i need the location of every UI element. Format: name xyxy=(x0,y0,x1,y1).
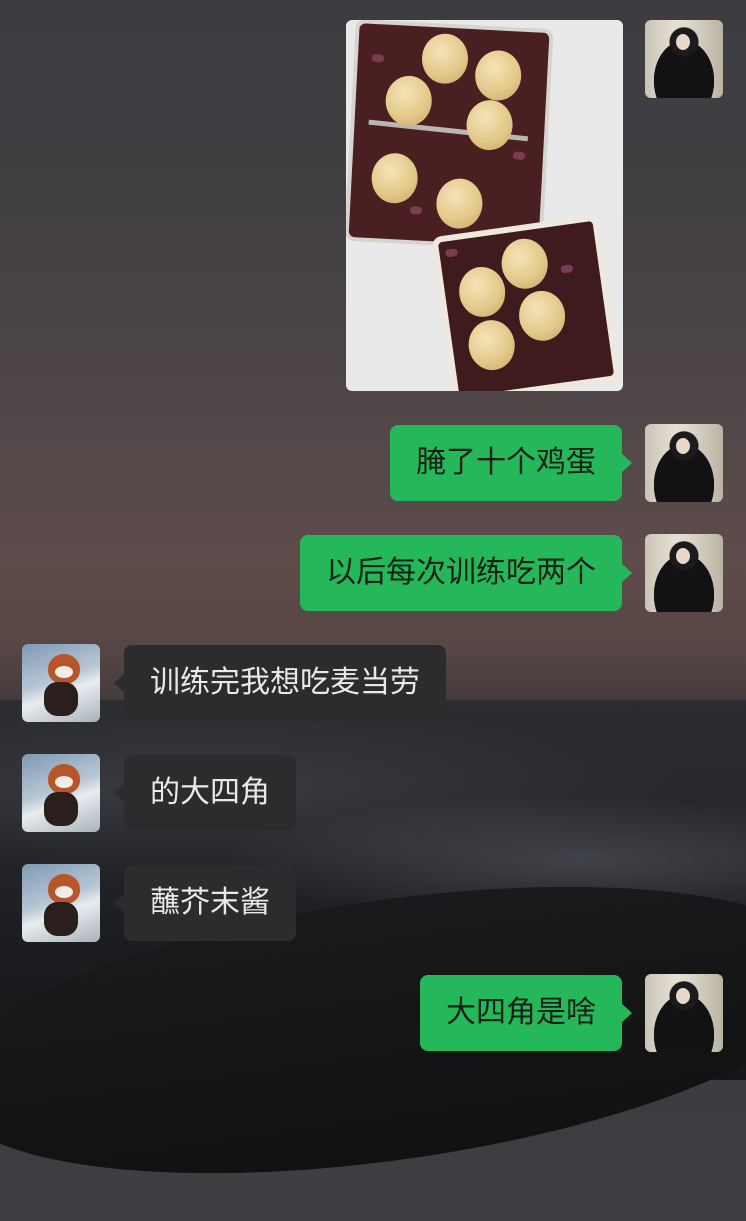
container-small xyxy=(431,214,621,391)
my-avatar[interactable] xyxy=(645,20,723,98)
my-avatar[interactable] xyxy=(645,534,723,612)
contact-avatar[interactable] xyxy=(22,864,100,942)
message-bubble-sent[interactable]: 腌了十个鸡蛋 xyxy=(390,425,632,501)
message-bubble-received[interactable]: 的大四角 xyxy=(114,755,296,831)
container-large xyxy=(346,20,554,252)
message-bubble-received[interactable]: 训练完我想吃麦当劳 xyxy=(114,645,446,721)
message-bubble-sent[interactable]: 大四角是啥 xyxy=(420,975,632,1051)
contact-avatar[interactable] xyxy=(22,754,100,832)
my-avatar[interactable] xyxy=(645,974,723,1052)
message-bubble-received[interactable]: 蘸芥末酱 xyxy=(114,865,296,941)
image-message[interactable] xyxy=(346,20,623,391)
message-bubble-sent[interactable]: 以后每次训练吃两个 xyxy=(300,535,632,611)
contact-avatar[interactable] xyxy=(22,644,100,722)
my-avatar[interactable] xyxy=(645,424,723,502)
